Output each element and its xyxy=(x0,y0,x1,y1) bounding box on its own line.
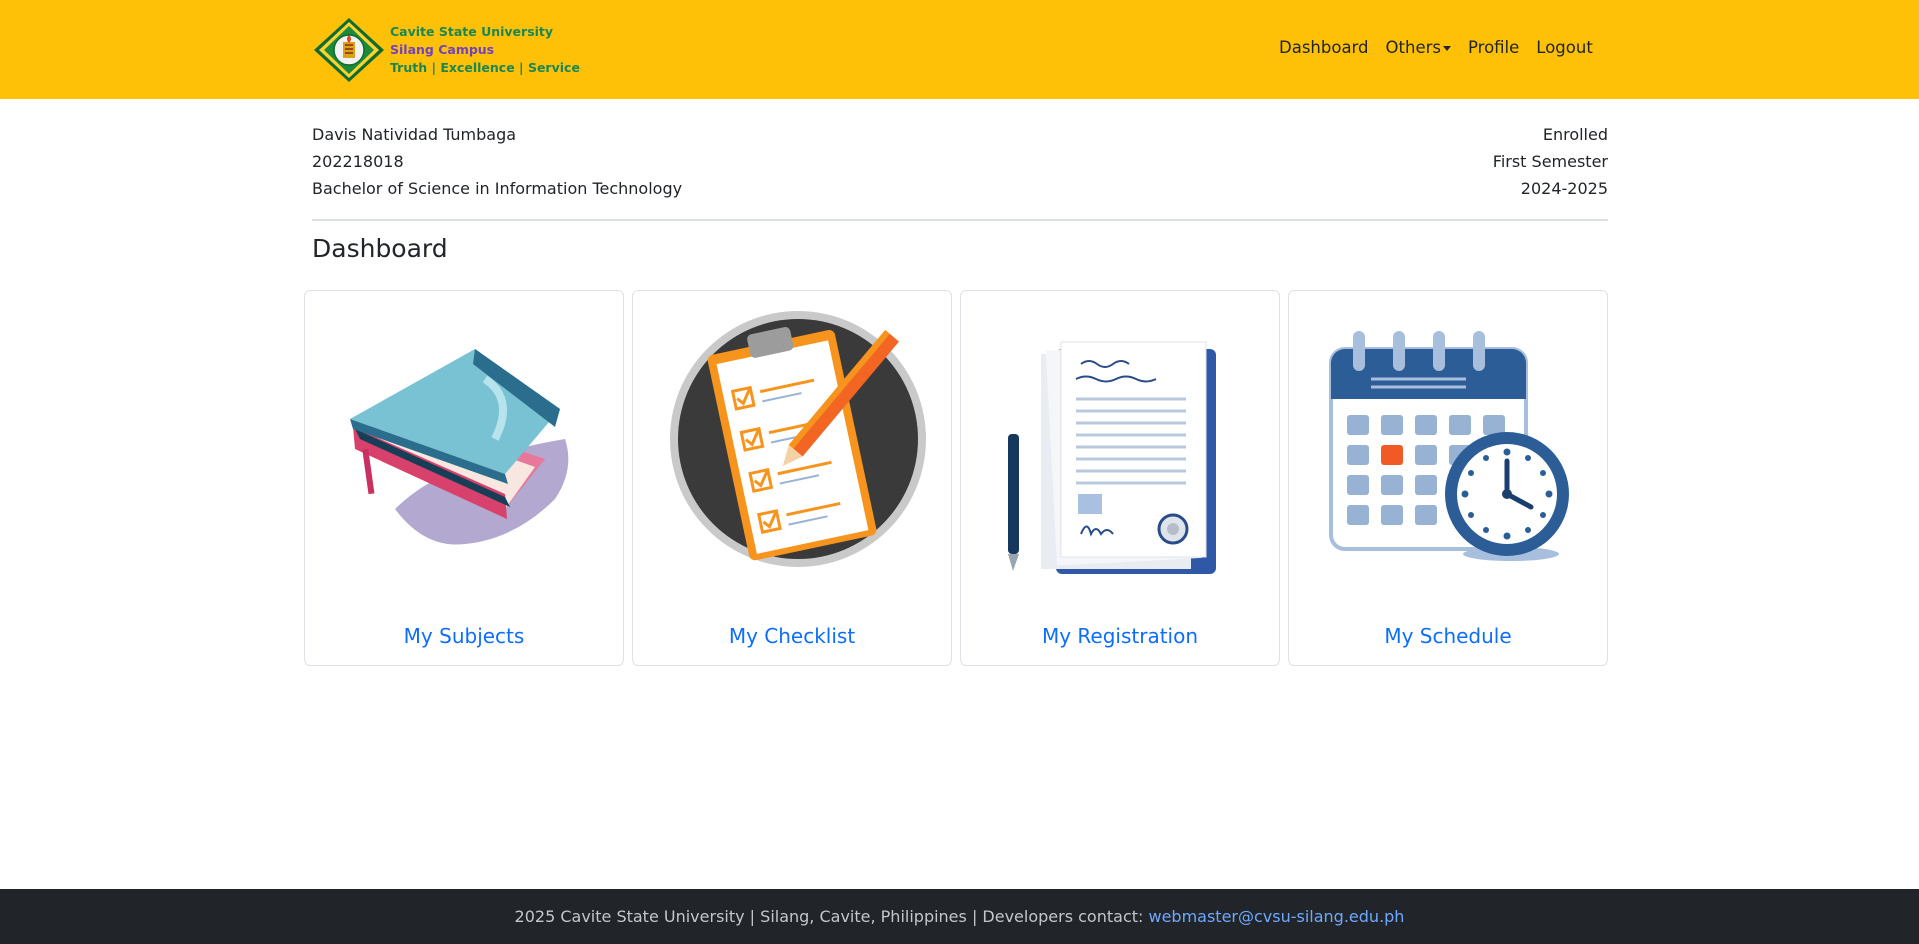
card-my-registration[interactable]: My Registration xyxy=(960,290,1280,666)
card-title: My Subjects xyxy=(403,624,525,648)
dashboard-cards: My Subjects My Checklist My Registration… xyxy=(304,290,1608,666)
brand-campus-name: Silang Campus xyxy=(390,42,495,57)
card-title: My Schedule xyxy=(1384,624,1512,648)
enrollment-info: Enrolled First Semester 2024-2025 xyxy=(1493,121,1608,202)
nav-logout-link[interactable]: Logout xyxy=(1536,38,1593,57)
nav-profile-link[interactable]: Profile xyxy=(1468,38,1519,57)
card-title: My Checklist xyxy=(728,624,856,648)
registration-documents-icon xyxy=(1008,341,1216,574)
nav-dashboard-link[interactable]: Dashboard xyxy=(1279,38,1369,57)
card-my-checklist[interactable]: My Checklist xyxy=(632,290,952,666)
card-my-subjects[interactable]: My Subjects xyxy=(304,290,624,666)
developer-email-link[interactable]: webmaster@cvsu-silang.edu.ph xyxy=(1148,907,1404,926)
student-info: Davis Natividad Tumbaga 202218018 Bachel… xyxy=(312,121,682,202)
book-stack-icon xyxy=(350,349,569,545)
brand-university-name: Cavite State University xyxy=(390,24,554,39)
student-name: Davis Natividad Tumbaga xyxy=(312,125,517,144)
enrollment-school-year: 2024-2025 xyxy=(1520,179,1608,198)
footer-text: 2025 Cavite State University | Silang, C… xyxy=(514,907,1149,926)
brand[interactable]: Cavite State University Silang Campus Tr… xyxy=(312,17,580,83)
page-title: Dashboard xyxy=(312,234,448,263)
clipboard-checklist-icon xyxy=(670,311,926,567)
nav-others-dropdown[interactable]: Others xyxy=(1386,38,1451,57)
student-id: 202218018 xyxy=(312,152,404,171)
enrollment-semester: First Semester xyxy=(1492,152,1608,171)
brand-motto: Truth | Excellence | Service xyxy=(390,60,580,75)
student-program: Bachelor of Science in Information Techn… xyxy=(312,179,683,198)
top-navbar: Cavite State University Silang Campus Tr… xyxy=(0,0,1919,99)
card-title: My Registration xyxy=(1041,624,1199,648)
card-my-schedule[interactable]: My Schedule xyxy=(1288,290,1608,666)
main-nav: Dashboard Others Profile Logout xyxy=(1279,38,1610,57)
footer: 2025 Cavite State University | Silang, C… xyxy=(0,889,1919,944)
nav-others-label: Others xyxy=(1385,38,1441,57)
chevron-down-icon xyxy=(1442,46,1451,51)
university-logo xyxy=(314,18,384,82)
enrollment-status: Enrolled xyxy=(1542,125,1608,144)
calendar-clock-icon xyxy=(1329,331,1569,561)
divider xyxy=(312,219,1608,221)
